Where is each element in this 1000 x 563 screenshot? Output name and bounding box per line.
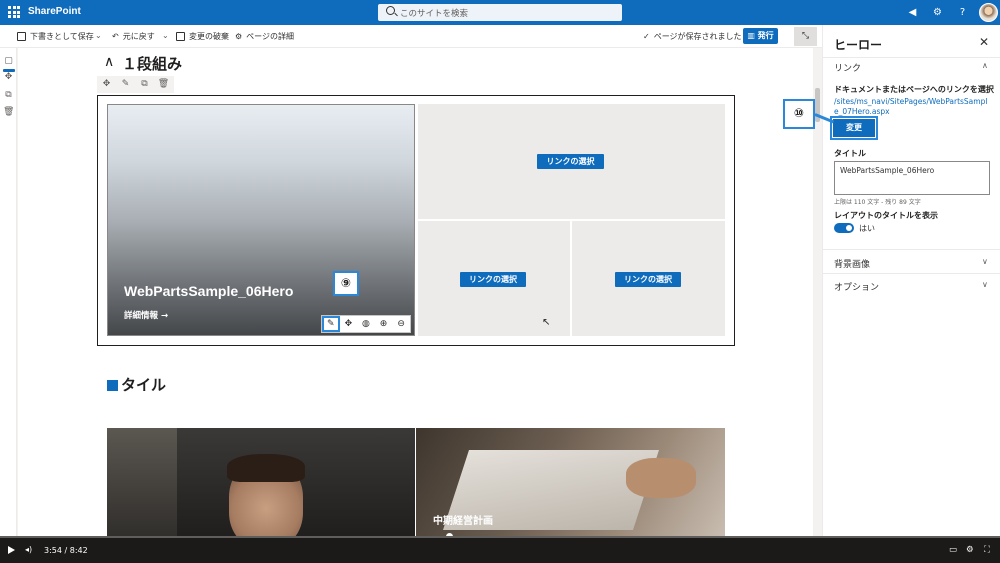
comment-icon[interactable]: ▢ [3,56,14,67]
delete-icon[interactable]: 🗑 [154,76,173,93]
image-toolbar: ✎ ✥ ◍ ⊕ ⊖ [321,315,411,333]
chevron-down-icon[interactable]: ⌄ [95,31,102,40]
divider [822,249,1000,250]
move-icon[interactable]: ✥ [340,316,358,332]
tile-section-title: タイル [107,374,166,395]
move-icon[interactable]: ✥ [97,76,116,93]
image-icon[interactable]: ◍ [357,316,375,332]
tile-photo-person[interactable] [107,428,415,548]
select-link-button[interactable]: リンクの選択 [615,272,681,287]
left-toolbox-rail: ▢ ✥ ⧉ 🗑 [0,48,17,538]
captions-icon[interactable]: ▭ [949,545,957,555]
link-path[interactable]: /sites/ms_navi/SitePages/WebPartsSample_… [834,97,992,117]
photo-hand [626,458,696,498]
undo-button[interactable]: ↶ 元に戻す [112,31,155,42]
show-title-toggle[interactable] [834,223,854,233]
close-icon[interactable]: ✕ [979,35,989,49]
collapse-icon[interactable]: ⤡ [794,27,817,46]
section-title: １段組み [122,56,183,73]
section-options-header[interactable]: オプション [834,280,879,293]
search-box[interactable]: このサイトを検索 [378,4,622,21]
publish-button[interactable]: ▥ 発行 [743,28,778,44]
divider [822,57,1000,58]
zoom-out-icon[interactable]: ⊖ [392,316,410,332]
search-icon [386,6,395,15]
gear-icon[interactable]: ⚙ [931,6,944,19]
pane-title: ヒーロー [834,38,883,52]
chevron-down-icon[interactable]: ∨ [982,280,988,289]
discard-icon [176,32,185,41]
hero-main-title: WebPartsSample_06Hero [124,283,294,299]
mouse-cursor-icon: ↖ [542,317,551,328]
hero-main-tile[interactable] [107,104,415,336]
volume-icon[interactable]: ◂) [25,545,32,554]
video-player-bar: ◂) 3:54 / 8:42 ▭ ⚙ ⛶ [0,538,1000,563]
publish-icon: ▥ [747,31,758,40]
undo-icon: ↶ [112,32,119,41]
details-icon: ⚙ [235,32,243,41]
check-icon: ✓ [643,32,650,41]
suite-bar: SharePoint このサイトを検索 ◀ ⚙ ? [0,0,1000,25]
callout-9: ⑨ [333,271,359,296]
video-time: 3:54 / 8:42 [44,546,88,555]
delete-icon[interactable]: 🗑 [3,107,14,118]
help-icon[interactable]: ? [956,6,969,19]
callout-10: ⑩ [783,99,815,129]
title-field[interactable]: WebPartsSample_06Hero [834,161,990,195]
chevron-down-icon[interactable]: ⌄ [162,31,169,40]
edit-icon[interactable]: ✎ [116,76,135,93]
zoom-in-icon[interactable]: ⊕ [375,316,393,332]
search-placeholder: このサイトを検索 [400,9,469,19]
section-background-header[interactable]: 背景画像 [834,257,870,270]
save-draft-button[interactable]: 下書きとして保存 [17,31,94,42]
photo-hair [227,454,305,482]
toggle-value: はい [859,224,875,233]
chevron-up-icon[interactable]: ∧ [982,61,988,70]
select-link-button[interactable]: リンクの選択 [460,272,526,287]
square-bullet-icon [107,380,118,391]
discard-button[interactable]: 変更の破棄 [176,31,229,42]
duplicate-icon[interactable]: ⧉ [135,76,154,93]
page-details-button[interactable]: ⚙ ページの詳細 [235,31,294,42]
command-bar: 下書きとして保存 ⌄ ↶ 元に戻す ⌄ 変更の破棄 ⚙ ページの詳細 ✓ ページが保存… [0,25,822,48]
save-icon [17,32,26,41]
divider [822,273,1000,274]
chevron-up-icon[interactable]: ∧ [104,54,114,70]
chevron-down-icon[interactable]: ∨ [982,257,988,266]
webpart-toolbar: ✥ ✎ ⧉ 🗑 [97,76,174,93]
photo-background [107,428,177,538]
edit-icon[interactable]: ✎ [322,316,340,332]
play-icon[interactable] [8,546,15,554]
fullscreen-icon[interactable]: ⛶ [984,545,990,555]
duplicate-icon[interactable]: ⧉ [3,90,14,101]
title-label: タイトル [834,149,866,158]
move-icon[interactable]: ✥ [3,72,14,83]
change-button[interactable]: 変更 [830,116,878,140]
select-link-button[interactable]: リンクの選択 [537,154,604,169]
waffle-icon[interactable] [8,6,20,18]
settings-icon[interactable]: ⚙ [966,545,974,555]
show-title-label: レイアウトのタイトルを表示 [834,211,938,220]
tile-caption: 中期経営計画 [433,516,493,527]
saved-status: ✓ ページが保存されました [643,32,742,41]
avatar[interactable] [979,3,998,22]
link-label: ドキュメントまたはページへのリンクを選択 [834,85,994,94]
app-name[interactable]: SharePoint [28,6,81,17]
section-link-header[interactable]: リンク [834,61,861,74]
char-count: 上限は 110 文字 - 残り 89 文字 [834,199,921,206]
hero-main-link[interactable]: 詳細情報 → [124,309,168,321]
megaphone-icon[interactable]: ◀ [906,6,919,19]
toggle-knob [846,225,852,231]
